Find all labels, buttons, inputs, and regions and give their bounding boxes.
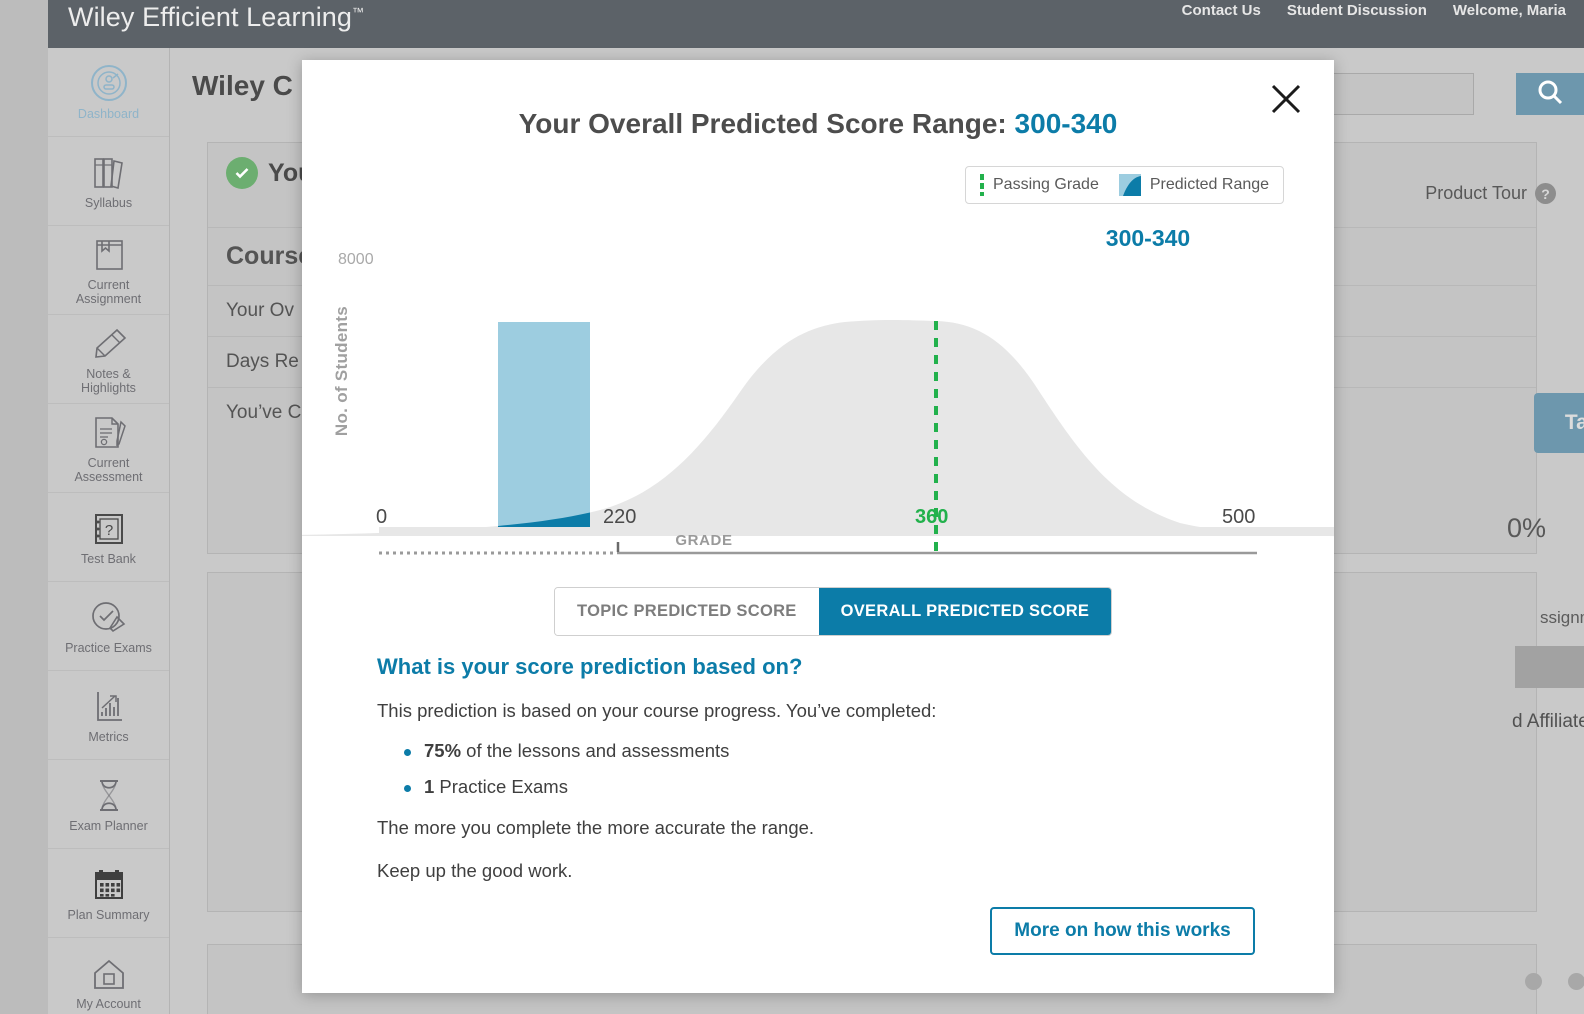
- bullet-lessons-value: 75%: [424, 740, 462, 761]
- sidebar-label-exam-planner: Exam Planner: [69, 818, 148, 833]
- check-circle-icon: [226, 157, 258, 189]
- sidebar-item-my-account[interactable]: My Account: [48, 938, 169, 1014]
- x-axis-title: GRADE: [675, 532, 733, 549]
- brand-name: Wiley Efficient Learning: [68, 2, 353, 32]
- sidebar-label-notes-highlights: Notes & Highlights: [81, 366, 136, 395]
- sidebar-item-syllabus[interactable]: Syllabus: [48, 137, 169, 226]
- explanation-intro: This prediction is based on your course …: [377, 700, 937, 721]
- sidebar-item-metrics[interactable]: Metrics: [48, 671, 169, 760]
- home-icon: [88, 954, 130, 994]
- completion-percent: 0%: [1507, 513, 1547, 543]
- legend-item-predicted-range: Predicted Range: [1118, 174, 1270, 196]
- sidebar-item-current-assessment[interactable]: Current Assessment: [48, 404, 169, 493]
- bar-chart-arrow-icon: [89, 687, 129, 727]
- hourglass-icon: [90, 776, 128, 816]
- legend-label-predicted-range: Predicted Range: [1149, 176, 1270, 193]
- clock-pencil-icon: [87, 598, 131, 638]
- sidebar-label-current-assessment: Current Assessment: [74, 455, 143, 484]
- sidebar-item-current-assignment[interactable]: Current Assignment: [48, 226, 169, 315]
- bookmark-book-icon: [89, 235, 129, 275]
- question-binder-icon: ?: [89, 509, 129, 549]
- nav-student-discussion[interactable]: Student Discussion: [1287, 2, 1427, 19]
- distribution-curve: [77, 320, 1460, 537]
- document-pencil-icon: [88, 413, 130, 453]
- top-header-bar: Wiley Efficient Learning™ Contact Us Stu…: [48, 0, 1584, 48]
- sidebar-item-plan-summary[interactable]: Plan Summary: [48, 849, 169, 938]
- sidebar-label-metrics: Metrics: [88, 729, 129, 744]
- page-title: Wiley C: [192, 70, 293, 101]
- bullet-practice-exams: 1 Practice Exams: [402, 776, 729, 798]
- bullet-practice-exams-value: 1: [424, 776, 435, 797]
- bullet-practice-exams-text: Practice Exams: [434, 776, 568, 797]
- calendar-icon: [88, 865, 130, 905]
- x-tick-500: 500: [1222, 506, 1256, 528]
- product-tour-link[interactable]: Product Tour ?: [1425, 183, 1556, 204]
- carousel-dot-2[interactable]: [1568, 973, 1584, 990]
- modal-title-prefix: Your Overall Predicted Score Range:: [518, 108, 1015, 139]
- svg-text:?: ?: [104, 522, 112, 539]
- tab-topic-predicted-score[interactable]: TOPIC PREDICTED SCORE: [555, 588, 819, 635]
- sidebar-label-practice-exams: Practice Exams: [65, 640, 152, 655]
- predicted-score-modal: Your Overall Predicted Score Range: 300-…: [77, 60, 1479, 993]
- predicted-score-tabs: TOPIC PREDICTED SCORE OVERALL PREDICTED …: [554, 587, 1113, 636]
- carousel-dots[interactable]: [1525, 973, 1584, 990]
- top-navigation: Contact Us Student Discussion Welcome, M…: [1182, 2, 1566, 19]
- x-tick-220: 220: [603, 506, 637, 528]
- sidebar-item-dashboard[interactable]: Dashboard: [48, 48, 169, 137]
- sidebar-label-my-account: My Account: [76, 996, 141, 1011]
- legend-item-passing-grade: Passing Grade: [980, 174, 1099, 196]
- help-question-icon: ?: [1535, 183, 1556, 204]
- search-icon: [1535, 77, 1565, 112]
- sidebar-label-dashboard: Dashboard: [77, 106, 140, 121]
- explanation-note-2: Keep up the good work.: [377, 860, 573, 881]
- chart-legend: Passing Grade Predicted Range: [965, 166, 1285, 204]
- completion-bullet-list: 75% of the lessons and assessments 1 Pra…: [402, 740, 729, 812]
- bullet-lessons-text: of the lessons and assessments: [461, 740, 730, 761]
- table-header-band: [1515, 646, 1584, 688]
- dashboard-gauge-icon: [86, 64, 132, 104]
- sidebar-label-test-bank: Test Bank: [81, 551, 136, 566]
- trademark-symbol: ™: [352, 5, 365, 19]
- nav-contact-us[interactable]: Contact Us: [1182, 2, 1261, 19]
- explanation-heading: What is your score prediction based on?: [377, 654, 803, 679]
- product-tour-label: Product Tour: [1425, 183, 1527, 203]
- carousel-dot-1[interactable]: [1525, 973, 1542, 990]
- sidebar-label-current-assignment: Current Assignment: [75, 277, 142, 306]
- passing-grade-swatch-icon: [980, 174, 984, 196]
- sidebar-item-practice-exams[interactable]: Practice Exams: [48, 582, 169, 671]
- sidebar-label-plan-summary: Plan Summary: [67, 907, 150, 922]
- books-icon: [87, 153, 131, 193]
- nav-welcome-user[interactable]: Welcome, Maria: [1453, 2, 1566, 19]
- x-tick-360: 360: [915, 506, 949, 528]
- x-tick-0: 0: [376, 506, 388, 528]
- sidebar-item-exam-planner[interactable]: Exam Planner: [48, 760, 169, 849]
- sidebar-item-notes-highlights[interactable]: Notes & Highlights: [48, 315, 169, 404]
- left-margin-strip: [0, 0, 48, 1014]
- highlighter-icon: [87, 324, 131, 364]
- modal-title: Your Overall Predicted Score Range: 300-…: [302, 108, 1334, 140]
- sidebar-label-syllabus: Syllabus: [84, 195, 133, 210]
- search-button[interactable]: [1516, 73, 1584, 115]
- tab-overall-predicted-score[interactable]: OVERALL PREDICTED SCORE: [818, 588, 1112, 635]
- affiliates-label: d Affiliates: [1512, 711, 1584, 732]
- predicted-range-swatch-icon: [1118, 174, 1141, 196]
- take-exam-button[interactable]: Take Exam: [1534, 393, 1584, 453]
- modal-title-value: 300-340: [1014, 108, 1118, 139]
- legend-label-passing-grade: Passing Grade: [993, 176, 1099, 193]
- sidebar-navigation: Dashboard Syllabus Current Assignment No…: [48, 48, 170, 1014]
- more-on-how-this-works-button[interactable]: More on how this works: [990, 907, 1255, 955]
- sidebar-item-test-bank[interactable]: ? Test Bank: [48, 493, 169, 582]
- bullet-lessons: 75% of the lessons and assessments: [402, 740, 729, 762]
- assignment-skipped-label: ssignment Skipped: [1540, 608, 1584, 627]
- explanation-note-1: The more you complete the more accurate …: [377, 817, 815, 838]
- brand-logo: Wiley Efficient Learning™: [68, 2, 364, 33]
- predicted-range-bar-upper: [498, 322, 590, 536]
